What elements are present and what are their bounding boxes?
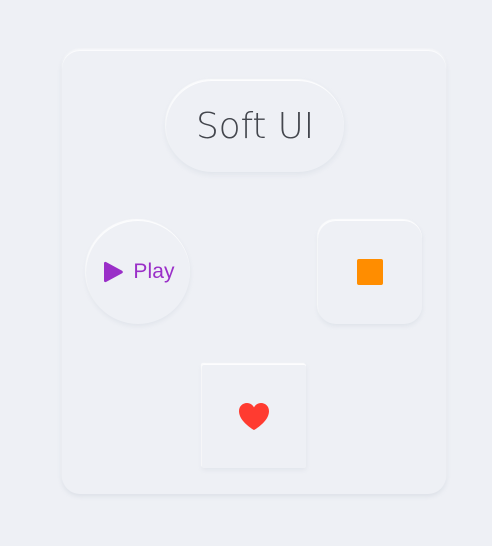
play-icon [104, 261, 124, 283]
stop-icon [357, 259, 383, 285]
play-label: Play [133, 260, 175, 283]
page-title: Soft UI [195, 105, 315, 147]
favorite-button[interactable] [202, 364, 306, 468]
title-pill: Soft UI [166, 80, 344, 172]
stop-button[interactable] [318, 220, 422, 324]
play-button[interactable]: Play [86, 220, 190, 324]
heart-icon [239, 403, 269, 430]
soft-ui-canvas: Soft UI Play [0, 0, 492, 546]
